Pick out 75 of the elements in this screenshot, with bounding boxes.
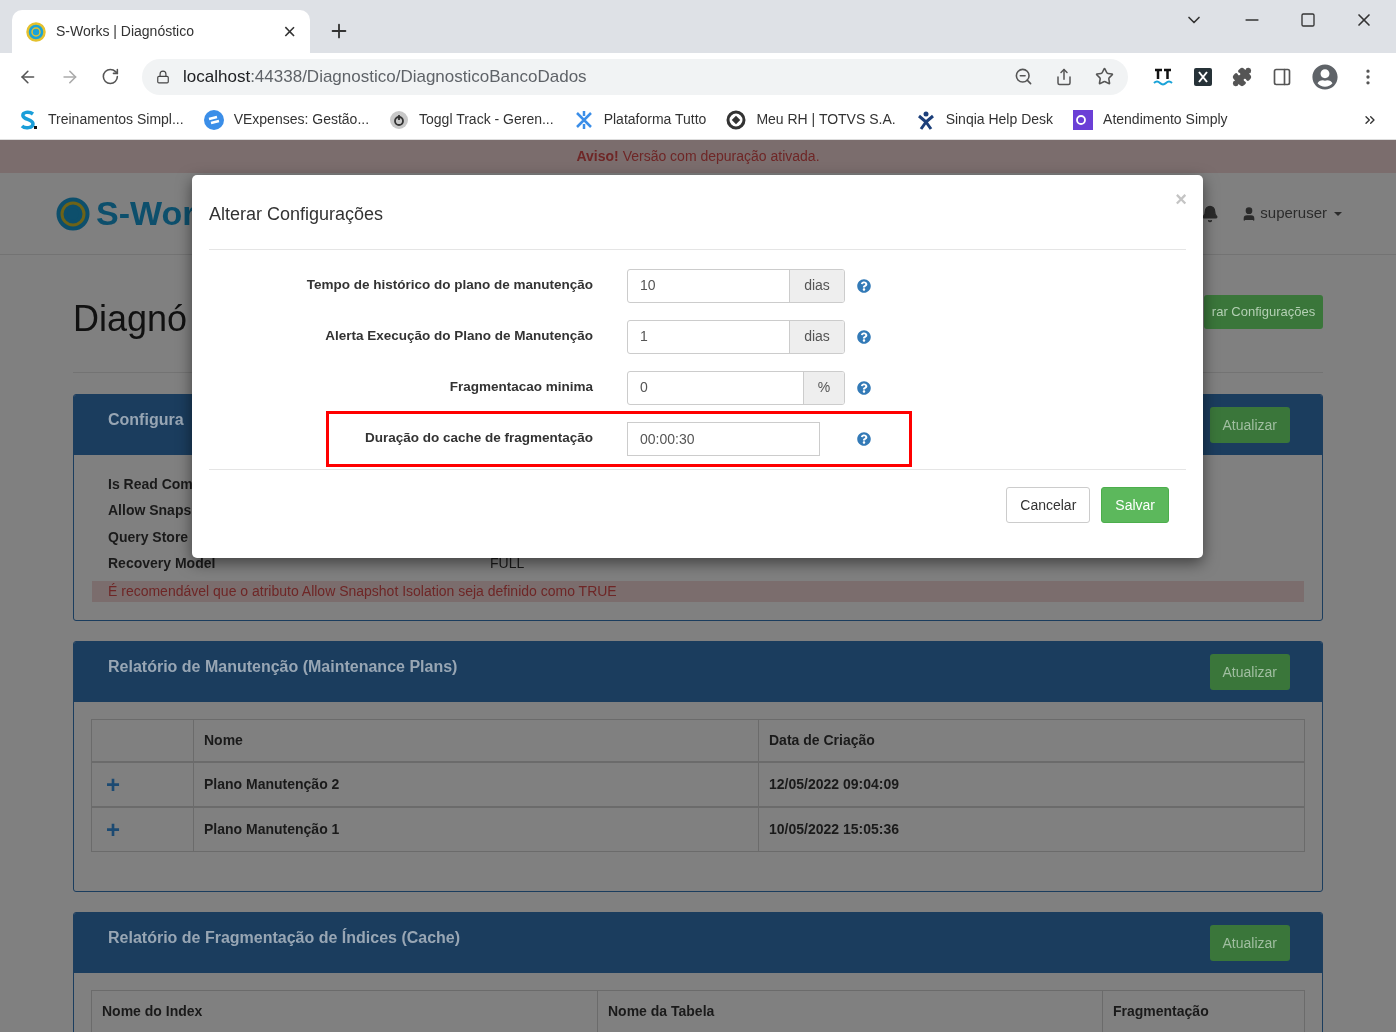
- column-header: Nome da Tabela: [597, 991, 1102, 1032]
- panel-title: Relatório de Manutenção (Maintenance Plans): [108, 657, 458, 677]
- bookmark-item[interactable]: Toggl Track - Geren...: [389, 109, 554, 130]
- bookmark-item[interactable]: Plataforma Tutto: [573, 109, 707, 130]
- ring-logo-icon: [56, 196, 90, 231]
- power-icon: [389, 109, 410, 130]
- input-group[interactable]: 0 %: [627, 370, 845, 405]
- figure-icon: [915, 109, 936, 130]
- zoom-out-icon[interactable]: [1014, 67, 1033, 86]
- column-header: Nome: [193, 720, 758, 761]
- url-text: localhost:44338/Diagnostico/DiagnosticoBancoDados: [183, 65, 588, 88]
- bookmark-item[interactable]: Atendimento Simply: [1073, 109, 1228, 130]
- share-icon[interactable]: [1055, 67, 1073, 86]
- column-header: Nome do Index: [101, 1002, 204, 1021]
- x-extension-icon[interactable]: [1194, 67, 1212, 86]
- table-cell: Plano Manutenção 1: [193, 808, 758, 851]
- bookmark-item[interactable]: Meu RH | TOTVS S.A.: [726, 109, 896, 130]
- field-label: Tempo de histórico do plano de manutenção: [306, 276, 593, 295]
- number-input[interactable]: 1: [628, 320, 789, 353]
- panel-title: Relatório de Fragmentação de Índices (Cache): [108, 927, 461, 948]
- field-label: Duração do cache de fragmentação: [364, 429, 593, 448]
- bookmark-star-icon[interactable]: [1095, 67, 1114, 86]
- ring-icon: [726, 109, 747, 130]
- cross-icon: [573, 109, 594, 130]
- table-cell: 12/05/2022 09:04:09: [758, 763, 1304, 806]
- browser-tab[interactable]: S-Works | Diagnóstico ×: [12, 10, 310, 53]
- table-cell: Plano Manutenção 2: [193, 763, 758, 806]
- tab-close-button[interactable]: ×: [283, 20, 296, 43]
- column-header: Data de Criação: [758, 720, 1304, 761]
- wave-extension-icon[interactable]: [1152, 66, 1174, 87]
- reload-icon[interactable]: [101, 67, 121, 86]
- input-group[interactable]: 1 dias: [627, 319, 845, 354]
- number-input[interactable]: 0: [628, 371, 803, 404]
- time-input[interactable]: 00:00:30: [627, 421, 820, 456]
- cancel-button[interactable]: Cancelar: [1006, 487, 1091, 523]
- property-label: Is Read Com: [108, 474, 194, 494]
- profile-icon[interactable]: [1312, 63, 1338, 90]
- unit-addon: %: [803, 371, 844, 404]
- brand-name: S-Wor: [96, 193, 196, 234]
- side-panel-icon[interactable]: [1272, 66, 1292, 87]
- help-icon[interactable]: [857, 380, 871, 395]
- property-label: Query Store: [108, 527, 190, 547]
- table-cell: 10/05/2022 15:05:36: [758, 808, 1304, 851]
- sync-icon: [203, 109, 224, 130]
- page-title: Diagnó: [73, 297, 188, 341]
- unit-addon: dias: [789, 269, 844, 302]
- square-logo-icon: [1073, 109, 1094, 130]
- property-label: Allow Snaps: [108, 501, 193, 521]
- bookmark-item[interactable]: VExpenses: Gestão...: [203, 109, 370, 130]
- extensions-icon[interactable]: [1232, 66, 1252, 87]
- field-label: Alerta Execução do Plano de Manutenção: [325, 327, 593, 346]
- field-label: Fragmentacao minima: [449, 378, 593, 397]
- s-logo-icon: [18, 109, 38, 130]
- bookmark-item[interactable]: Treinamentos Simpl...: [18, 109, 184, 130]
- bell-icon[interactable]: [1201, 204, 1220, 223]
- number-input[interactable]: 10: [628, 269, 789, 302]
- user-menu[interactable]: superuser: [1241, 202, 1342, 225]
- help-icon[interactable]: [857, 431, 871, 446]
- alert-message: É recomendável que o atributo Allow Snapshot Isolation seja definido como TRUE: [92, 581, 1304, 602]
- property-label: Recovery Model: [108, 554, 217, 574]
- tab-title: S-Works | Diagnóstico: [56, 22, 195, 41]
- warning-banner: Aviso! Versão com depuração ativada.: [0, 140, 1396, 173]
- panel-title: Configura: [108, 410, 184, 430]
- column-header: Fragmentação: [1102, 991, 1304, 1032]
- maximize-icon[interactable]: [1300, 12, 1316, 28]
- bookmark-item[interactable]: Sinqia Help Desk: [915, 109, 1054, 130]
- ring-logo-icon: [26, 21, 46, 42]
- property-value: FULL: [490, 554, 525, 574]
- help-icon[interactable]: [857, 278, 871, 293]
- input-group[interactable]: 10 dias: [627, 268, 845, 303]
- unit-addon: dias: [789, 320, 844, 353]
- lock-icon: [156, 69, 171, 84]
- address-bar[interactable]: localhost:44338/Diagnostico/DiagnosticoBancoDados: [142, 58, 1128, 95]
- help-icon[interactable]: [857, 329, 871, 344]
- dialog-title: Alterar Configurações: [209, 203, 384, 226]
